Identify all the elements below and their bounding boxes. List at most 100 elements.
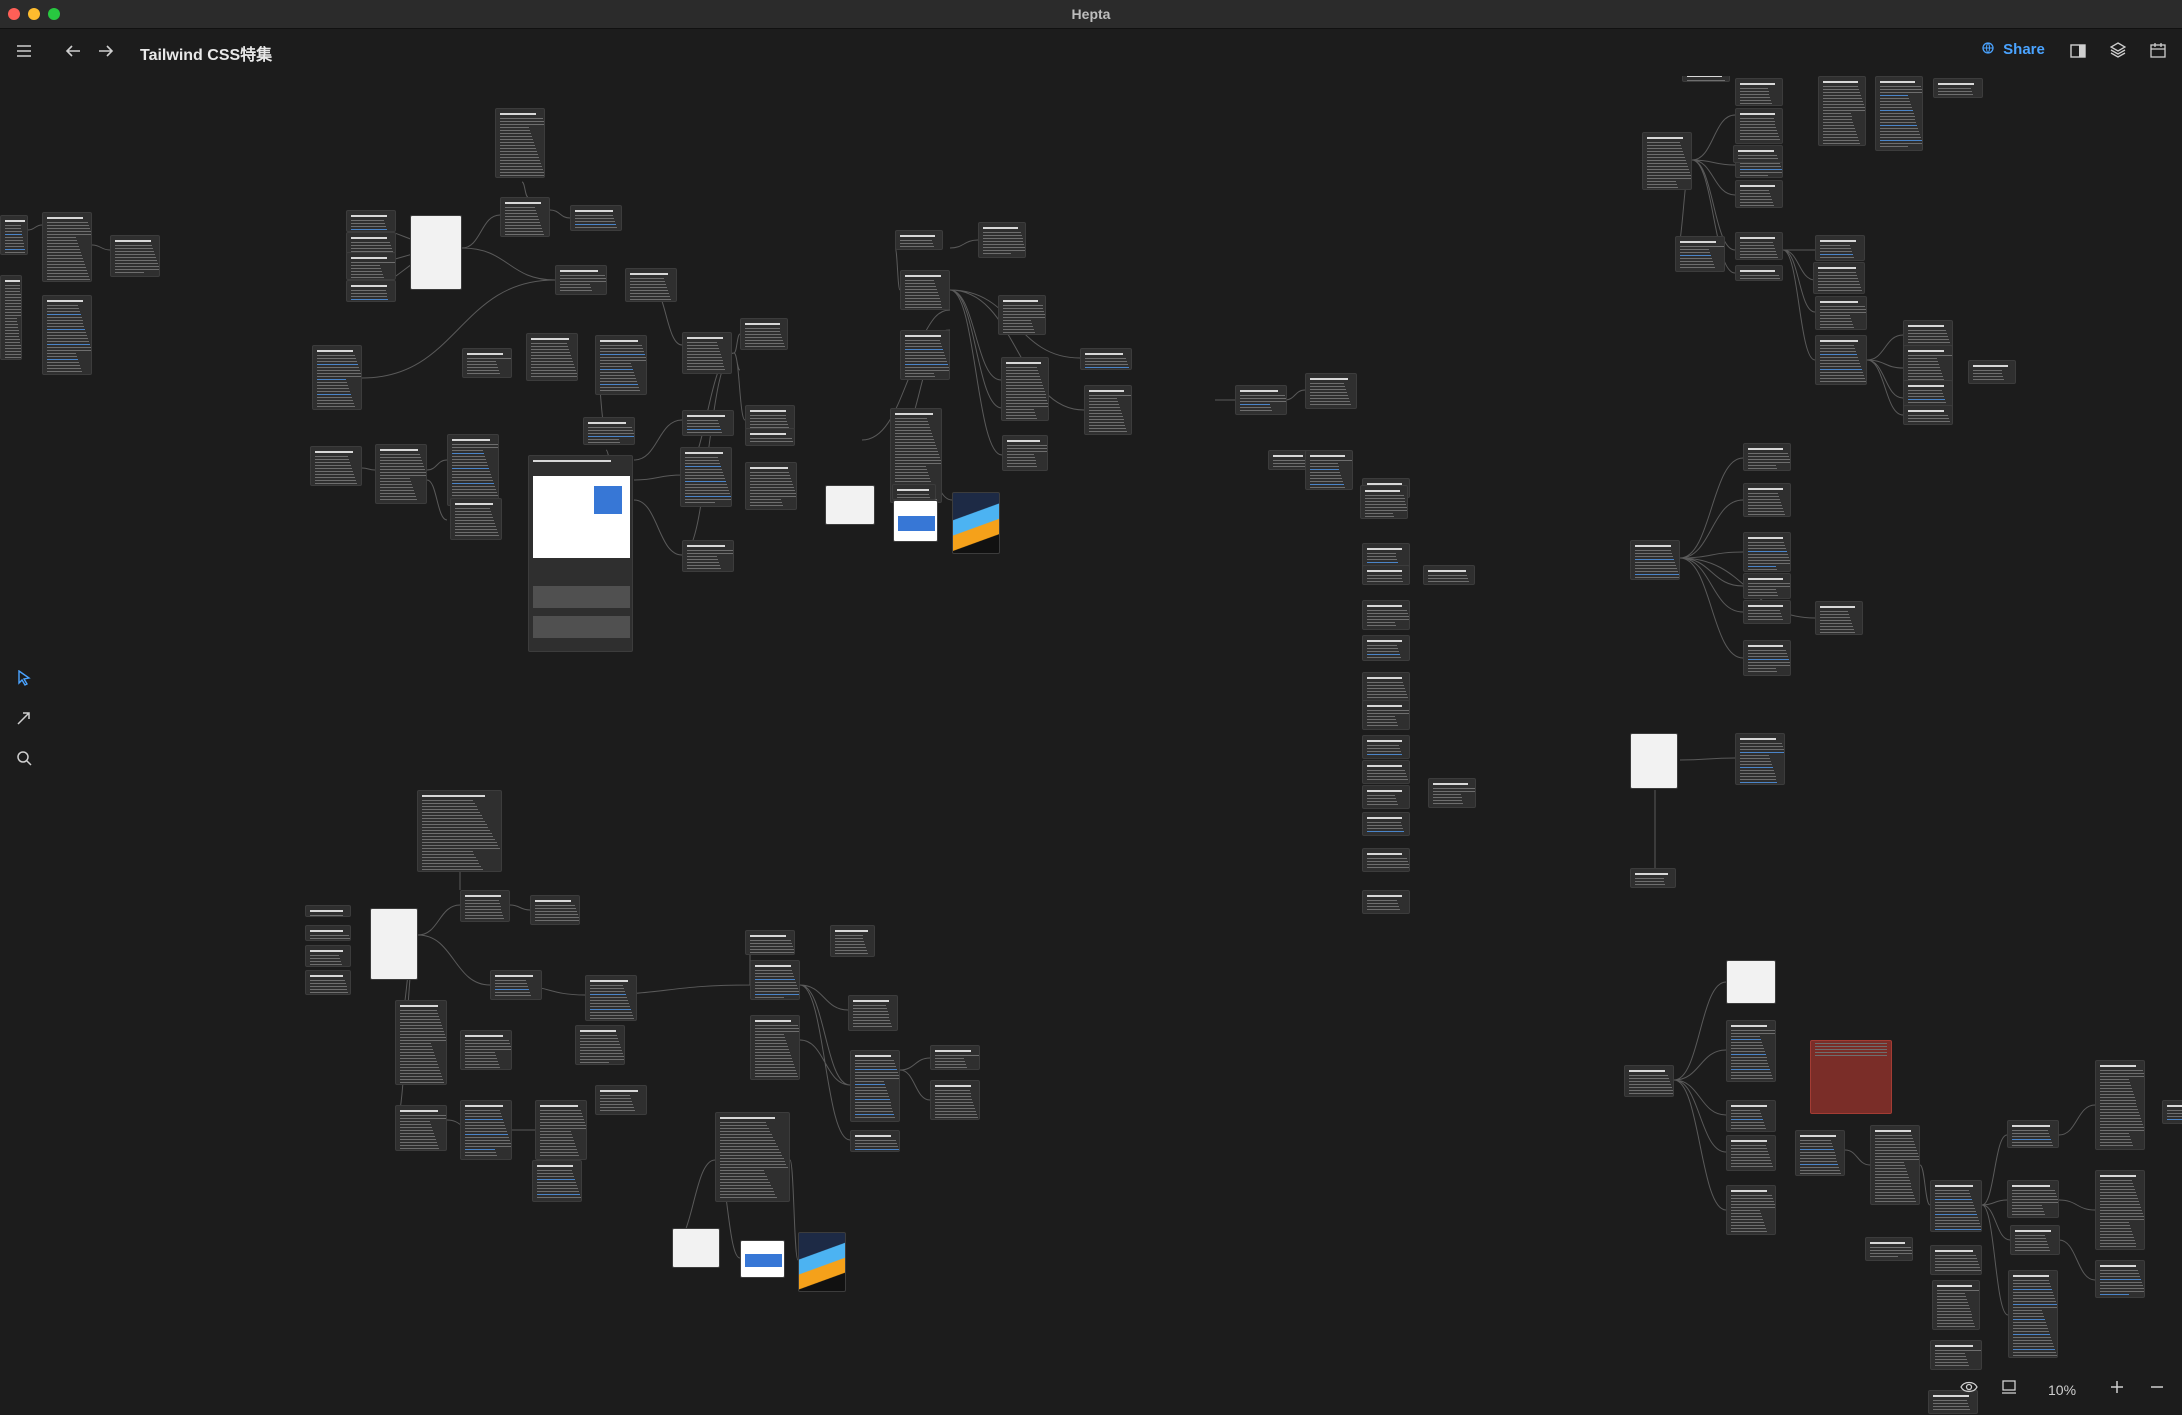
mindmap-card[interactable] (346, 252, 396, 280)
mindmap-card[interactable] (1305, 450, 1353, 490)
mindmap-card[interactable] (1735, 265, 1783, 281)
mindmap-card[interactable] (0, 215, 28, 255)
mindmap-card[interactable] (1305, 373, 1357, 409)
mindmap-card[interactable] (2010, 1225, 2060, 1255)
mindmap-card[interactable] (305, 925, 351, 941)
mindmap-card[interactable] (900, 270, 950, 310)
mindmap-card[interactable] (740, 318, 788, 350)
mindmap-card[interactable] (1735, 78, 1783, 106)
mindmap-card[interactable] (952, 492, 1000, 554)
mindmap-card[interactable] (1726, 1100, 1776, 1132)
mindmap-card[interactable] (1362, 672, 1410, 702)
mindmap-card[interactable] (370, 908, 418, 980)
mindmap-card[interactable] (1903, 405, 1953, 425)
whiteboard-canvas[interactable] (0, 76, 2182, 1415)
plus-icon[interactable] (2110, 1380, 2124, 1404)
mindmap-card[interactable] (1726, 1135, 1776, 1171)
mindmap-card[interactable] (312, 345, 362, 410)
mindmap-card[interactable] (1362, 735, 1410, 759)
mindmap-card[interactable] (1682, 76, 1730, 82)
arrow-left-icon[interactable] (61, 40, 85, 64)
mindmap-card[interactable] (305, 905, 351, 917)
mindmap-card[interactable] (42, 295, 92, 375)
mindmap-card[interactable] (1870, 1125, 1920, 1205)
mindmap-card[interactable] (745, 462, 797, 510)
mindmap-card[interactable] (1675, 236, 1725, 272)
mindmap-card[interactable] (1362, 760, 1410, 784)
mindmap-card[interactable] (495, 108, 545, 178)
mindmap-card[interactable] (395, 1000, 447, 1085)
mindmap-card[interactable] (740, 1240, 785, 1278)
mindmap-card[interactable] (462, 348, 512, 378)
mindmap-card[interactable] (680, 447, 732, 507)
mindmap-card[interactable] (672, 1228, 720, 1268)
mindmap-card[interactable] (1735, 733, 1785, 785)
mindmap-card[interactable] (682, 410, 734, 436)
mindmap-card[interactable] (1968, 360, 2016, 384)
mindmap-card[interactable] (1360, 485, 1408, 519)
mindmap-card[interactable] (750, 960, 800, 1000)
mindmap-card[interactable] (893, 500, 938, 542)
mindmap-card[interactable] (1630, 733, 1678, 789)
mindmap-card[interactable] (450, 498, 502, 540)
select-pointer-icon[interactable] (12, 669, 36, 694)
mindmap-card[interactable] (417, 790, 502, 872)
search-icon[interactable] (12, 750, 36, 774)
mindmap-card[interactable] (1362, 600, 1410, 630)
mindmap-card[interactable] (595, 1085, 647, 1115)
mindmap-card[interactable] (715, 1112, 790, 1202)
mindmap-card[interactable] (1930, 1245, 1982, 1275)
mindmap-card[interactable] (1726, 960, 1776, 1004)
mindmap-card[interactable] (848, 995, 898, 1031)
mindmap-card[interactable] (1815, 335, 1867, 385)
mindmap-card[interactable] (1815, 296, 1867, 330)
mindmap-card[interactable] (1726, 1185, 1776, 1235)
mindmap-card[interactable] (1743, 600, 1791, 624)
mindmap-card[interactable] (1743, 640, 1791, 676)
mindmap-card[interactable] (682, 540, 734, 572)
mindmap-card[interactable] (575, 1025, 625, 1065)
mindmap-card[interactable] (830, 925, 875, 957)
mindmap-card[interactable] (1735, 180, 1783, 208)
sidebar-panel-icon[interactable] (2066, 40, 2090, 64)
mindmap-card[interactable] (745, 405, 795, 430)
mindmap-card[interactable] (1362, 812, 1410, 836)
mindmap-card[interactable] (745, 428, 795, 446)
mindmap-card[interactable] (1002, 435, 1048, 471)
mindmap-card[interactable] (625, 268, 677, 302)
mindmap-card[interactable] (1362, 635, 1410, 661)
mindmap-card[interactable] (1362, 565, 1410, 585)
mindmap-card[interactable] (892, 484, 936, 500)
mindmap-card[interactable] (583, 417, 635, 445)
mindmap-card[interactable] (1642, 132, 1692, 190)
connect-arrow-icon[interactable] (12, 710, 36, 734)
mindmap-card[interactable] (850, 1130, 900, 1152)
mindmap-card[interactable] (1930, 1340, 1982, 1370)
mindmap-card[interactable] (1933, 78, 1983, 98)
calendar-icon[interactable] (2146, 40, 2170, 64)
mindmap-card[interactable] (110, 235, 160, 277)
mindmap-card[interactable] (1743, 573, 1791, 599)
mindmap-card[interactable] (346, 280, 396, 302)
mindmap-card[interactable] (585, 975, 637, 1021)
mindmap-card[interactable] (1818, 76, 1866, 146)
mindmap-card[interactable] (460, 1030, 512, 1070)
mindmap-card[interactable] (1813, 262, 1865, 294)
arrow-right-icon[interactable] (94, 40, 118, 64)
mindmap-card[interactable] (682, 332, 732, 374)
mindmap-card[interactable] (1362, 700, 1410, 730)
mindmap-card[interactable] (1743, 532, 1791, 572)
mindmap-card[interactable] (305, 970, 351, 995)
hamburger-menu-icon[interactable] (12, 40, 36, 64)
mindmap-card[interactable] (1080, 348, 1132, 370)
mindmap-card[interactable] (798, 1232, 846, 1292)
mindmap-card[interactable] (1726, 1020, 1776, 1082)
mindmap-card[interactable] (978, 222, 1026, 258)
mindmap-card[interactable] (1795, 1130, 1845, 1176)
mindmap-card[interactable] (535, 1100, 587, 1160)
mindmap-card[interactable] (1428, 778, 1476, 808)
mindmap-card[interactable] (1930, 1180, 1982, 1232)
mindmap-card[interactable] (2095, 1170, 2145, 1250)
mindmap-card[interactable] (1362, 848, 1410, 872)
mindmap-card[interactable] (1875, 76, 1923, 151)
